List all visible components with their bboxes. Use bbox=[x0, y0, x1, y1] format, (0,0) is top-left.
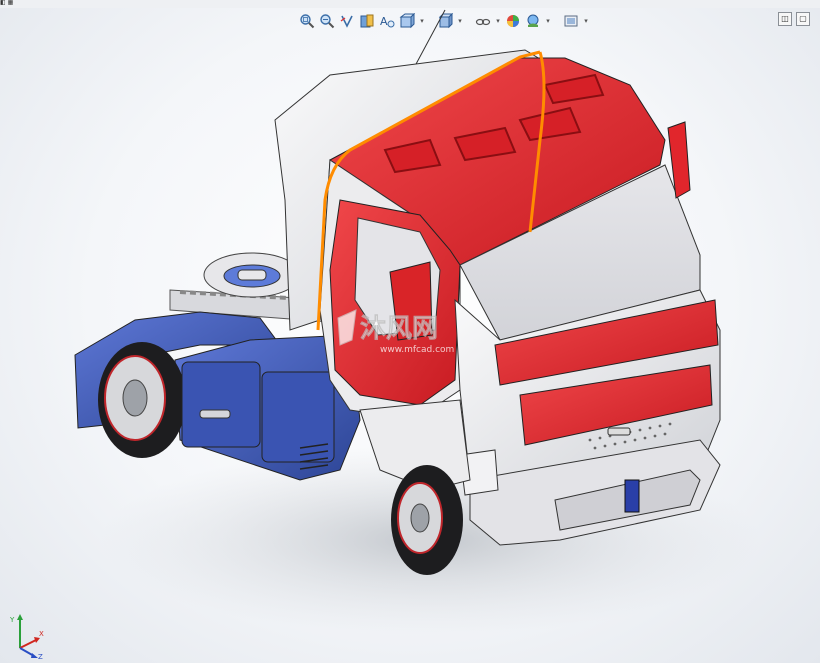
triad-z-label: Z bbox=[38, 653, 43, 660]
coordinate-triad: Y X Z bbox=[9, 614, 44, 660]
triad-y-label: Y bbox=[9, 616, 15, 624]
triad-x-label: X bbox=[39, 630, 44, 638]
rear-wheel bbox=[98, 342, 186, 458]
watermark-url: www.mfcad.com bbox=[380, 345, 454, 355]
watermark-brand: 沐风网 bbox=[360, 314, 438, 344]
front-wheel bbox=[391, 465, 463, 575]
fifth-wheel bbox=[203, 252, 301, 298]
graphics-viewport[interactable]: 沐风网 www.mfcad.com bbox=[0, 0, 820, 663]
